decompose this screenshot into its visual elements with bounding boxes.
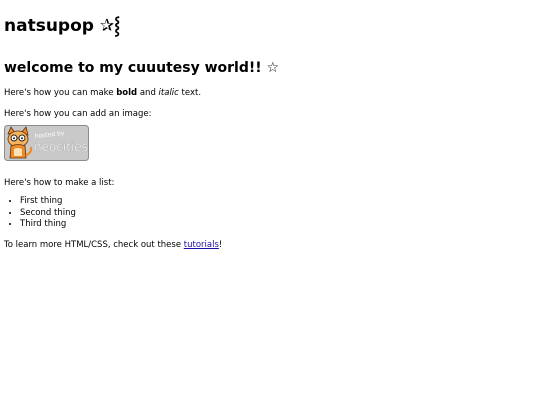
formatting-paragraph: Here's how you can make bold and italic …: [4, 88, 536, 99]
formatting-middle: and: [137, 88, 159, 98]
image-paragraph: Here's how you can add an image:: [4, 109, 152, 120]
tutorials-link[interactable]: tutorials: [184, 240, 219, 250]
learn-more-prefix: To learn more HTML/CSS, check out these: [4, 239, 184, 250]
learn-more-suffix: !: [218, 239, 223, 250]
page: natsupop ✰⸾ welcome to my cuuutesy world…: [0, 0, 540, 405]
star-icon: ☆: [266, 60, 280, 76]
welcome-heading: welcome to my cuuutesy world!! ☆: [4, 37, 536, 77]
list-item: Second thing: [20, 208, 536, 220]
welcome-heading-text: welcome to my cuuutesy world!!: [4, 60, 262, 76]
list-intro-paragraph: Here's how to make a list:: [4, 178, 115, 189]
title-emoji: ✰⸾: [99, 16, 121, 36]
bold-example: bold: [116, 88, 138, 98]
italic-example: italic: [158, 88, 179, 98]
formatting-prefix: Here's how you can make: [4, 88, 117, 98]
list-item: First thing: [20, 196, 536, 208]
list-item: Third thing: [20, 219, 536, 231]
site-title-text: natsupop: [4, 16, 94, 36]
example-list: First thing Second thing Third thing: [4, 196, 536, 231]
badge-brand-text: neocities: [34, 140, 88, 154]
learn-more-paragraph: To learn more HTML/CSS, check out these …: [4, 240, 536, 251]
neocities-badge-image: hosted by neocities: [4, 125, 89, 162]
site-title: natsupop ✰⸾: [4, 0, 536, 37]
formatting-suffix: text.: [178, 88, 202, 98]
